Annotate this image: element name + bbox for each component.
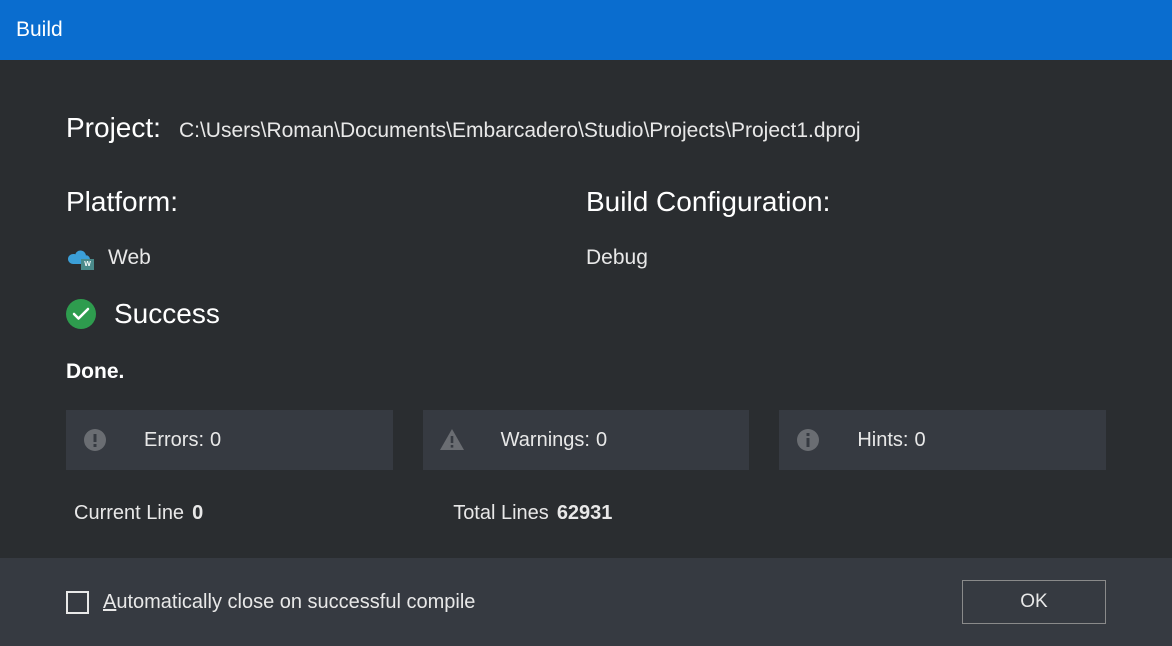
titlebar: Build	[0, 0, 1172, 60]
dialog-content: Project: C:\Users\Roman\Documents\Embarc…	[0, 60, 1172, 525]
web-cloud-icon: W	[66, 248, 92, 268]
success-check-icon	[66, 299, 96, 329]
warnings-value: 0	[596, 429, 607, 451]
status-row: Success	[66, 298, 1106, 330]
total-lines: Total Lines62931	[453, 502, 612, 525]
hints-value: 0	[914, 429, 925, 451]
current-line: Current Line0	[74, 502, 203, 525]
config-column: Build Configuration: Debug	[586, 186, 1106, 270]
warnings-label: Warnings:0	[501, 429, 607, 452]
errors-label: Errors:0	[144, 429, 221, 452]
dialog-footer: Automatically close on successful compil…	[0, 558, 1172, 646]
window-title: Build	[16, 18, 63, 42]
platform-config-row: Platform: W Web Build Configuration: Deb…	[66, 186, 1106, 270]
auto-close-label[interactable]: Automatically close on successful compil…	[103, 591, 475, 614]
stat-boxes: Errors:0 Warnings:0	[66, 410, 1106, 470]
platform-column: Platform: W Web	[66, 186, 586, 270]
errors-value: 0	[210, 429, 221, 451]
error-icon	[82, 427, 108, 453]
info-icon	[795, 427, 821, 453]
ok-button[interactable]: OK	[962, 580, 1106, 624]
auto-close-row[interactable]: Automatically close on successful compil…	[66, 591, 475, 614]
warnings-box[interactable]: Warnings:0	[423, 410, 750, 470]
done-text: Done.	[66, 360, 1106, 384]
project-label: Project:	[66, 112, 161, 144]
errors-box[interactable]: Errors:0	[66, 410, 393, 470]
auto-close-checkbox[interactable]	[66, 591, 89, 614]
hints-box[interactable]: Hints:0	[779, 410, 1106, 470]
project-row: Project: C:\Users\Roman\Documents\Embarc…	[66, 112, 1106, 144]
current-line-value: 0	[192, 502, 203, 524]
project-path: C:\Users\Roman\Documents\Embarcadero\Stu…	[179, 119, 861, 143]
total-lines-value: 62931	[557, 502, 613, 524]
platform-value-row: W Web	[66, 246, 586, 270]
hints-label: Hints:0	[857, 429, 925, 452]
warning-icon	[439, 427, 465, 453]
config-value: Debug	[586, 246, 1106, 270]
config-heading: Build Configuration:	[586, 186, 1106, 218]
platform-heading: Platform:	[66, 186, 586, 218]
status-text: Success	[114, 298, 220, 330]
platform-value: Web	[108, 246, 151, 270]
lines-row: Current Line0 Total Lines62931	[66, 502, 1106, 525]
